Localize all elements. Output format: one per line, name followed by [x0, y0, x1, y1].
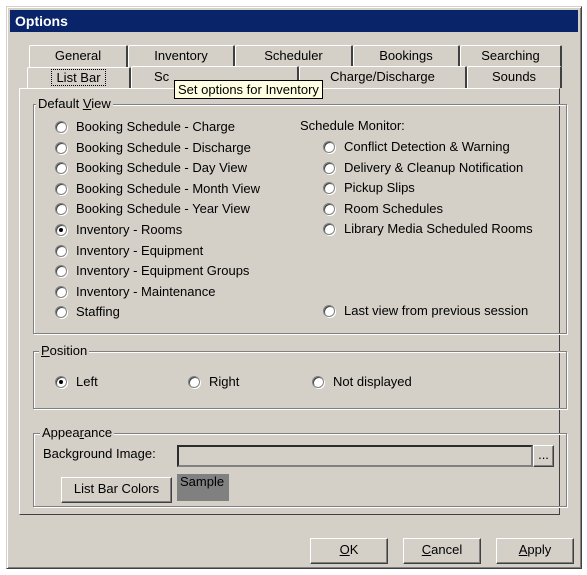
tab-general[interactable]: General	[29, 45, 128, 67]
apply-button[interactable]: Apply	[496, 538, 574, 564]
cancel-button[interactable]: Cancel	[403, 538, 481, 564]
radio-label: Booking Schedule - Charge	[76, 119, 235, 134]
tab-bookings[interactable]: Bookings	[353, 45, 460, 67]
radio-default-view-option[interactable]: Booking Schedule - Day View	[55, 159, 247, 177]
radio-button-icon	[323, 305, 335, 317]
schedule-monitor-heading: Schedule Monitor:	[300, 118, 405, 133]
tab-scheduler[interactable]: Scheduler	[235, 45, 353, 67]
radio-button-icon	[55, 182, 67, 195]
radio-button-icon	[55, 203, 67, 216]
tab-label: General	[54, 48, 102, 63]
radio-default-view-option[interactable]: Inventory - Equipment	[55, 242, 203, 260]
tab-label: Bookings	[379, 48, 433, 63]
radio-default-view-option[interactable]: Booking Schedule - Discharge	[55, 139, 251, 157]
radio-default-view-option[interactable]: Booking Schedule - Charge	[55, 118, 235, 136]
tab-charge-discharge[interactable]: Charge/Discharge	[299, 66, 467, 88]
radio-schedule-monitor-option[interactable]: Pickup Slips	[323, 179, 415, 197]
tab-label: Scheduler	[264, 48, 323, 63]
radio-button-icon	[312, 376, 324, 388]
tab-label: Inventory	[154, 48, 208, 63]
radio-default-view-option[interactable]: Inventory - Maintenance	[55, 283, 215, 301]
radio-schedule-monitor-option[interactable]: Delivery & Cleanup Notification	[323, 159, 523, 177]
radio-button-icon	[55, 121, 67, 133]
radio-button-icon	[55, 162, 67, 175]
radio-button-icon	[323, 161, 335, 174]
radio-label: Inventory - Rooms	[76, 222, 183, 237]
radio-label: Staffing	[76, 304, 120, 320]
radio-default-view-option[interactable]: Inventory - Equipment Groups	[55, 262, 249, 280]
radio-label: Inventory - Equipment	[76, 242, 204, 258]
inventory-tooltip: Set options for Inventory	[174, 80, 323, 99]
radio-label: Delivery & Cleanup Notification	[344, 159, 524, 175]
radio-label: Booking Schedule - Discharge	[76, 139, 251, 155]
radio-last-view[interactable]: Last view from previous session	[323, 302, 528, 320]
appearance-legend: Appearance	[40, 425, 115, 440]
radio-default-view-option[interactable]: Staffing	[55, 303, 120, 321]
radio-button-icon	[323, 141, 335, 153]
radio-label: Pickup Slips	[344, 180, 415, 196]
background-image-field[interactable]	[177, 445, 533, 467]
radio-default-view-option[interactable]: Inventory - Rooms	[55, 221, 182, 239]
position-group	[33, 351, 567, 409]
radio-button-icon	[55, 141, 67, 154]
radio-label: Conflict Detection & Warning	[344, 139, 510, 154]
radio-schedule-monitor-option[interactable]: Library Media Scheduled Rooms	[323, 220, 533, 238]
radio-button-icon	[323, 182, 335, 195]
tab-list-bar[interactable]: List Bar	[27, 67, 131, 89]
ok-button[interactable]: OK	[310, 538, 388, 564]
radio-label: Left	[76, 374, 98, 389]
radio-label: Right	[209, 374, 240, 389]
tab-label: Charge/Discharge	[330, 69, 435, 84]
radio-default-view-option[interactable]: Booking Schedule - Month View	[55, 180, 260, 198]
default-view-legend: Default View	[36, 96, 113, 111]
radio-button-icon	[188, 376, 200, 388]
radio-label: Booking Schedule - Day View	[76, 160, 248, 176]
radio-button-icon	[55, 265, 67, 278]
radio-selected-icon	[55, 224, 67, 236]
list-bar-colors-button[interactable]: List Bar Colors	[61, 477, 172, 503]
tab-inventory[interactable]: Inventory	[128, 45, 235, 67]
radio-label: Room Schedules	[344, 200, 443, 216]
radio-label: Inventory - Maintenance	[76, 283, 216, 299]
sample-swatch: Sample	[177, 474, 229, 501]
radio-label: Booking Schedule - Month View	[76, 180, 261, 196]
radio-button-icon	[55, 306, 67, 319]
radio-position-option[interactable]: Not displayed	[312, 373, 412, 391]
background-image-label: Background Image:	[43, 446, 156, 461]
tab-label: Searching	[481, 48, 540, 63]
radio-button-icon	[323, 223, 335, 236]
radio-schedule-monitor-option[interactable]: Room Schedules	[323, 200, 443, 218]
radio-selected-icon	[55, 376, 67, 388]
radio-default-view-option[interactable]: Booking Schedule - Year View	[55, 200, 250, 218]
radio-position-option[interactable]: Right	[188, 373, 239, 391]
tab-label: Sounds	[491, 69, 537, 84]
tab-label: Sc	[154, 69, 170, 84]
radio-position-option[interactable]: Left	[55, 373, 98, 391]
radio-label: Booking Schedule - Year View	[76, 201, 250, 217]
radio-button-icon	[323, 202, 335, 215]
position-legend: Position	[39, 343, 90, 358]
radio-label: Not displayed	[333, 374, 412, 389]
radio-label: Inventory - Equipment Groups	[76, 263, 250, 279]
radio-schedule-monitor-option[interactable]: Conflict Detection & Warning	[323, 138, 510, 156]
tab-label: List Bar	[51, 69, 106, 86]
radio-button-icon	[55, 244, 67, 257]
window-title: Options	[10, 10, 578, 32]
browse-button[interactable]: ...	[533, 445, 554, 467]
tab-sounds[interactable]: Sounds	[467, 66, 562, 88]
radio-label: Library Media Scheduled Rooms	[344, 221, 533, 237]
radio-button-icon	[55, 285, 67, 298]
tab-searching[interactable]: Searching	[460, 45, 562, 67]
radio-label: Last view from previous session	[344, 303, 529, 318]
